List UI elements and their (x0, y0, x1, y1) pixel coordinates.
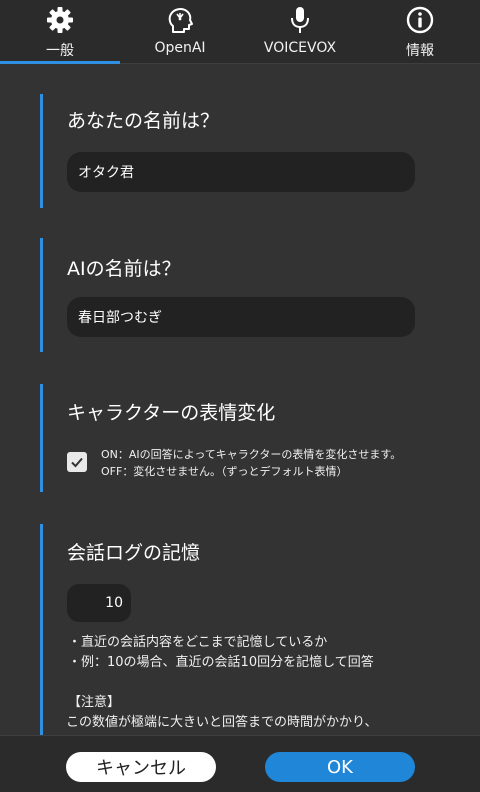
caution-title: 【注意】 (68, 695, 121, 710)
tab-label: OpenAI (154, 40, 206, 56)
expression-description: ON：AIの回答によってキャラクターの表情を変化させます。 OFF：変化させませ… (101, 446, 401, 480)
tab-label: VOICEVOX (263, 40, 337, 56)
gear-icon (47, 7, 73, 33)
ai-name-input[interactable] (67, 297, 415, 337)
section-title: AIの名前は？ (67, 258, 181, 280)
memory-note: ・直近の会話内容をどこまで記憶しているか (68, 635, 328, 650)
tab-label: 情報 (406, 43, 434, 59)
expression-checkbox[interactable] (67, 452, 87, 472)
tab-voicevox[interactable]: VOICEVOX (240, 0, 360, 64)
microphone-icon (291, 7, 309, 33)
info-icon (406, 6, 434, 34)
memory-count-input[interactable] (67, 584, 131, 622)
ai-head-icon (168, 8, 193, 33)
ai-name-section: AIの名前は？ (40, 238, 440, 352)
ok-button[interactable]: OK (265, 752, 415, 782)
user-name-section: あなたの名前は？ (40, 94, 440, 208)
tab-label: 一般 (46, 43, 74, 59)
action-bar: キャンセル OK (0, 735, 480, 792)
description-off: OFF：変化させません。（ずっとデフォルト表情） (101, 465, 348, 478)
active-tab-indicator (0, 61, 120, 64)
caution-text: この数値が極端に大きいと回答までの時間がかかり、 (66, 715, 378, 730)
section-title: 会話ログの記憶 (67, 542, 201, 564)
tab-info[interactable]: 情報 (360, 0, 480, 64)
section-title: あなたの名前は？ (67, 110, 220, 132)
section-title: キャラクターの表情変化 (67, 402, 276, 424)
memory-note: ・例：10の場合、直近の会話10回分を記憶して回答 (68, 655, 374, 670)
user-name-input[interactable] (67, 152, 415, 192)
tab-bar: 一般 OpenAI VOICEVOX 情報 (0, 0, 480, 64)
checkmark-icon (71, 457, 83, 468)
memory-section: 会話ログの記憶 ・直近の会話内容をどこまで記憶しているか ・例：10の場合、直近… (40, 524, 440, 735)
settings-content[interactable]: あなたの名前は？ AIの名前は？ キャラクターの表情変化 ON：AIの回答によっ… (0, 65, 480, 735)
tab-general[interactable]: 一般 (0, 0, 120, 64)
description-on: ON：AIの回答によってキャラクターの表情を変化させます。 (101, 448, 402, 461)
expression-section: キャラクターの表情変化 ON：AIの回答によってキャラクターの表情を変化させます… (40, 384, 440, 492)
tab-openai[interactable]: OpenAI (120, 0, 240, 64)
cancel-button[interactable]: キャンセル (66, 752, 216, 782)
